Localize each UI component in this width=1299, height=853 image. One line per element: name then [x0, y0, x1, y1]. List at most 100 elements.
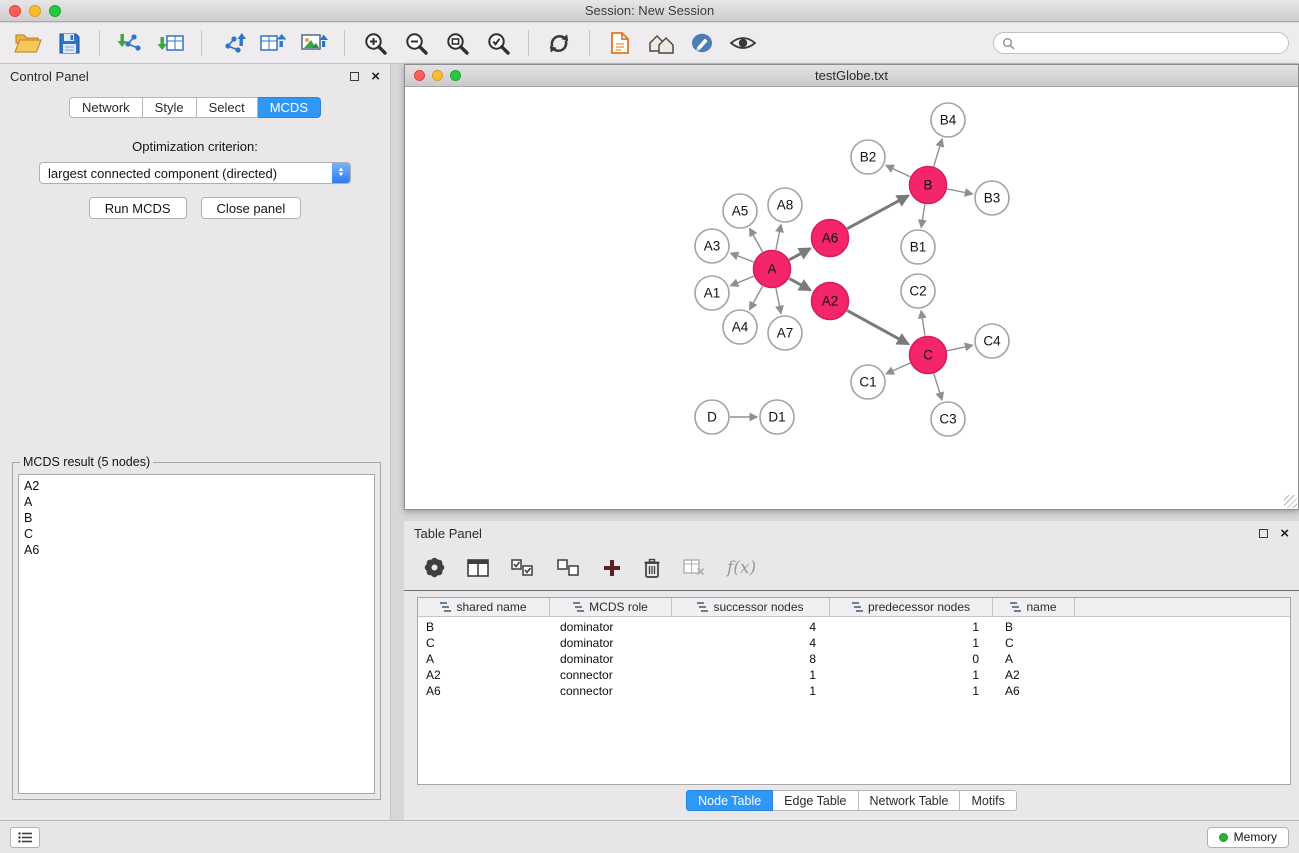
zoom-selected-button[interactable]: [480, 26, 516, 60]
graph-edge-A-A4[interactable]: [750, 286, 763, 309]
table-cell[interactable]: dominator: [550, 636, 672, 650]
graph-edge-A-A3[interactable]: [731, 253, 754, 262]
close-table-panel-icon[interactable]: ×: [1280, 526, 1289, 541]
zoom-out-button[interactable]: [398, 26, 434, 60]
table-cell[interactable]: dominator: [550, 652, 672, 666]
table-cell[interactable]: 4: [672, 620, 830, 634]
memory-button[interactable]: Memory: [1207, 827, 1289, 848]
mcds-result-item-c[interactable]: C: [24, 526, 369, 542]
column-header-name[interactable]: name: [993, 598, 1075, 616]
graph-edge-A-A2[interactable]: [789, 278, 810, 290]
graph-edge-C-C3[interactable]: [934, 374, 942, 400]
close-panel-icon[interactable]: ×: [371, 69, 380, 84]
table-cell[interactable]: 1: [672, 668, 830, 682]
table-cell[interactable]: connector: [550, 684, 672, 698]
graph-edge-A2-C[interactable]: [847, 310, 908, 344]
export-network-button[interactable]: [214, 26, 250, 60]
search-input[interactable]: [1020, 36, 1280, 51]
close-panel-button[interactable]: Close panel: [201, 197, 302, 219]
table-row-a2[interactable]: A2connector11A2: [418, 667, 1290, 683]
fullscreen-window-button[interactable]: [49, 5, 61, 17]
open-session-button[interactable]: [10, 26, 46, 60]
control-tab-mcds[interactable]: MCDS: [258, 97, 321, 118]
graph-edge-A-A6[interactable]: [789, 249, 810, 260]
graph-edge-A6-B[interactable]: [847, 196, 908, 229]
show-hide-button[interactable]: [725, 26, 761, 60]
table-cell[interactable]: A6: [993, 684, 1075, 698]
table-cell[interactable]: 1: [830, 684, 993, 698]
save-session-button[interactable]: [51, 26, 87, 60]
float-table-panel-icon[interactable]: [1259, 529, 1268, 538]
network-zoom-button[interactable]: [450, 70, 461, 81]
zoom-in-button[interactable]: [357, 26, 393, 60]
apply-layout-button[interactable]: [541, 26, 577, 60]
mcds-result-item-a6[interactable]: A6: [24, 542, 369, 558]
table-tab-edge-table[interactable]: Edge Table: [773, 790, 858, 811]
network-window-titlebar[interactable]: testGlobe.txt: [405, 65, 1298, 87]
column-header-successor-nodes[interactable]: successor nodes: [672, 598, 830, 616]
control-tab-style[interactable]: Style: [143, 97, 197, 118]
search-box[interactable]: [993, 32, 1289, 54]
table-cell[interactable]: 1: [672, 684, 830, 698]
column-header-predecessor-nodes[interactable]: predecessor nodes: [830, 598, 993, 616]
titlebar[interactable]: Session: New Session: [0, 0, 1299, 22]
column-header-shared-name[interactable]: shared name: [418, 598, 550, 616]
table-cell[interactable]: 1: [830, 636, 993, 650]
show-columns-button[interactable]: [467, 559, 489, 577]
table-row-c[interactable]: Cdominator41C: [418, 635, 1290, 651]
graph-edge-A-A5[interactable]: [750, 229, 763, 252]
control-tab-network[interactable]: Network: [69, 97, 143, 118]
graph-edge-B-B2[interactable]: [886, 166, 910, 177]
table-settings-button[interactable]: [424, 557, 445, 578]
graph-edge-A-A7[interactable]: [776, 288, 781, 313]
deselect-all-button[interactable]: [557, 559, 581, 577]
import-table-button[interactable]: [153, 26, 189, 60]
table-row-a6[interactable]: A6connector11A6: [418, 683, 1290, 699]
graph-edge-B-B1[interactable]: [921, 204, 925, 227]
create-column-button[interactable]: [603, 559, 621, 577]
table-cell[interactable]: C: [993, 636, 1075, 650]
table-cell[interactable]: dominator: [550, 620, 672, 634]
table-cell[interactable]: 4: [672, 636, 830, 650]
table-cell[interactable]: connector: [550, 668, 672, 682]
graph-edge-A-A1[interactable]: [731, 276, 754, 285]
table-cell[interactable]: 1: [830, 620, 993, 634]
table-tab-motifs[interactable]: Motifs: [960, 790, 1016, 811]
select-all-button[interactable]: [511, 559, 535, 577]
network-canvas[interactable]: B4B2BB3A5A8A6B1A3AC2A1A2A4A7CC4C1C3DD1: [405, 87, 1298, 509]
close-window-button[interactable]: [9, 5, 21, 17]
resize-grip[interactable]: [1284, 495, 1297, 508]
mcds-result-item-a[interactable]: A: [24, 494, 369, 510]
table-cell[interactable]: A: [993, 652, 1075, 666]
import-network-button[interactable]: [112, 26, 148, 60]
table-cell[interactable]: A: [418, 652, 550, 666]
mcds-result-item-b[interactable]: B: [24, 510, 369, 526]
table-cell[interactable]: B: [993, 620, 1075, 634]
zoom-fit-button[interactable]: [439, 26, 475, 60]
table-row-a[interactable]: Adominator80A: [418, 651, 1290, 667]
minimize-window-button[interactable]: [29, 5, 41, 17]
graph-edge-B-B3[interactable]: [947, 189, 972, 194]
control-tab-select[interactable]: Select: [197, 97, 258, 118]
graph-edge-C-C2[interactable]: [921, 311, 925, 336]
table-cell[interactable]: 8: [672, 652, 830, 666]
table-tab-node-table[interactable]: Node Table: [686, 790, 773, 811]
float-panel-icon[interactable]: [350, 72, 359, 81]
table-cell[interactable]: A6: [418, 684, 550, 698]
table-cell[interactable]: A2: [418, 668, 550, 682]
export-web-button[interactable]: [602, 26, 638, 60]
network-overview-button[interactable]: [643, 26, 679, 60]
criterion-dropdown[interactable]: largest connected component (directed) ▲…: [39, 162, 351, 184]
delete-column-button[interactable]: [643, 558, 661, 578]
mcds-result-item-a2[interactable]: A2: [24, 478, 369, 494]
table-cell[interactable]: 0: [830, 652, 993, 666]
graph-edge-C-C4[interactable]: [947, 345, 973, 351]
graph-edge-C-C1[interactable]: [886, 363, 910, 374]
table-cell[interactable]: 1: [830, 668, 993, 682]
graph-edge-A-A8[interactable]: [776, 225, 781, 250]
table-tab-network-table[interactable]: Network Table: [859, 790, 961, 811]
export-table-button[interactable]: [255, 26, 291, 60]
annotations-button[interactable]: [684, 26, 720, 60]
network-close-button[interactable]: [414, 70, 425, 81]
table-cell[interactable]: C: [418, 636, 550, 650]
